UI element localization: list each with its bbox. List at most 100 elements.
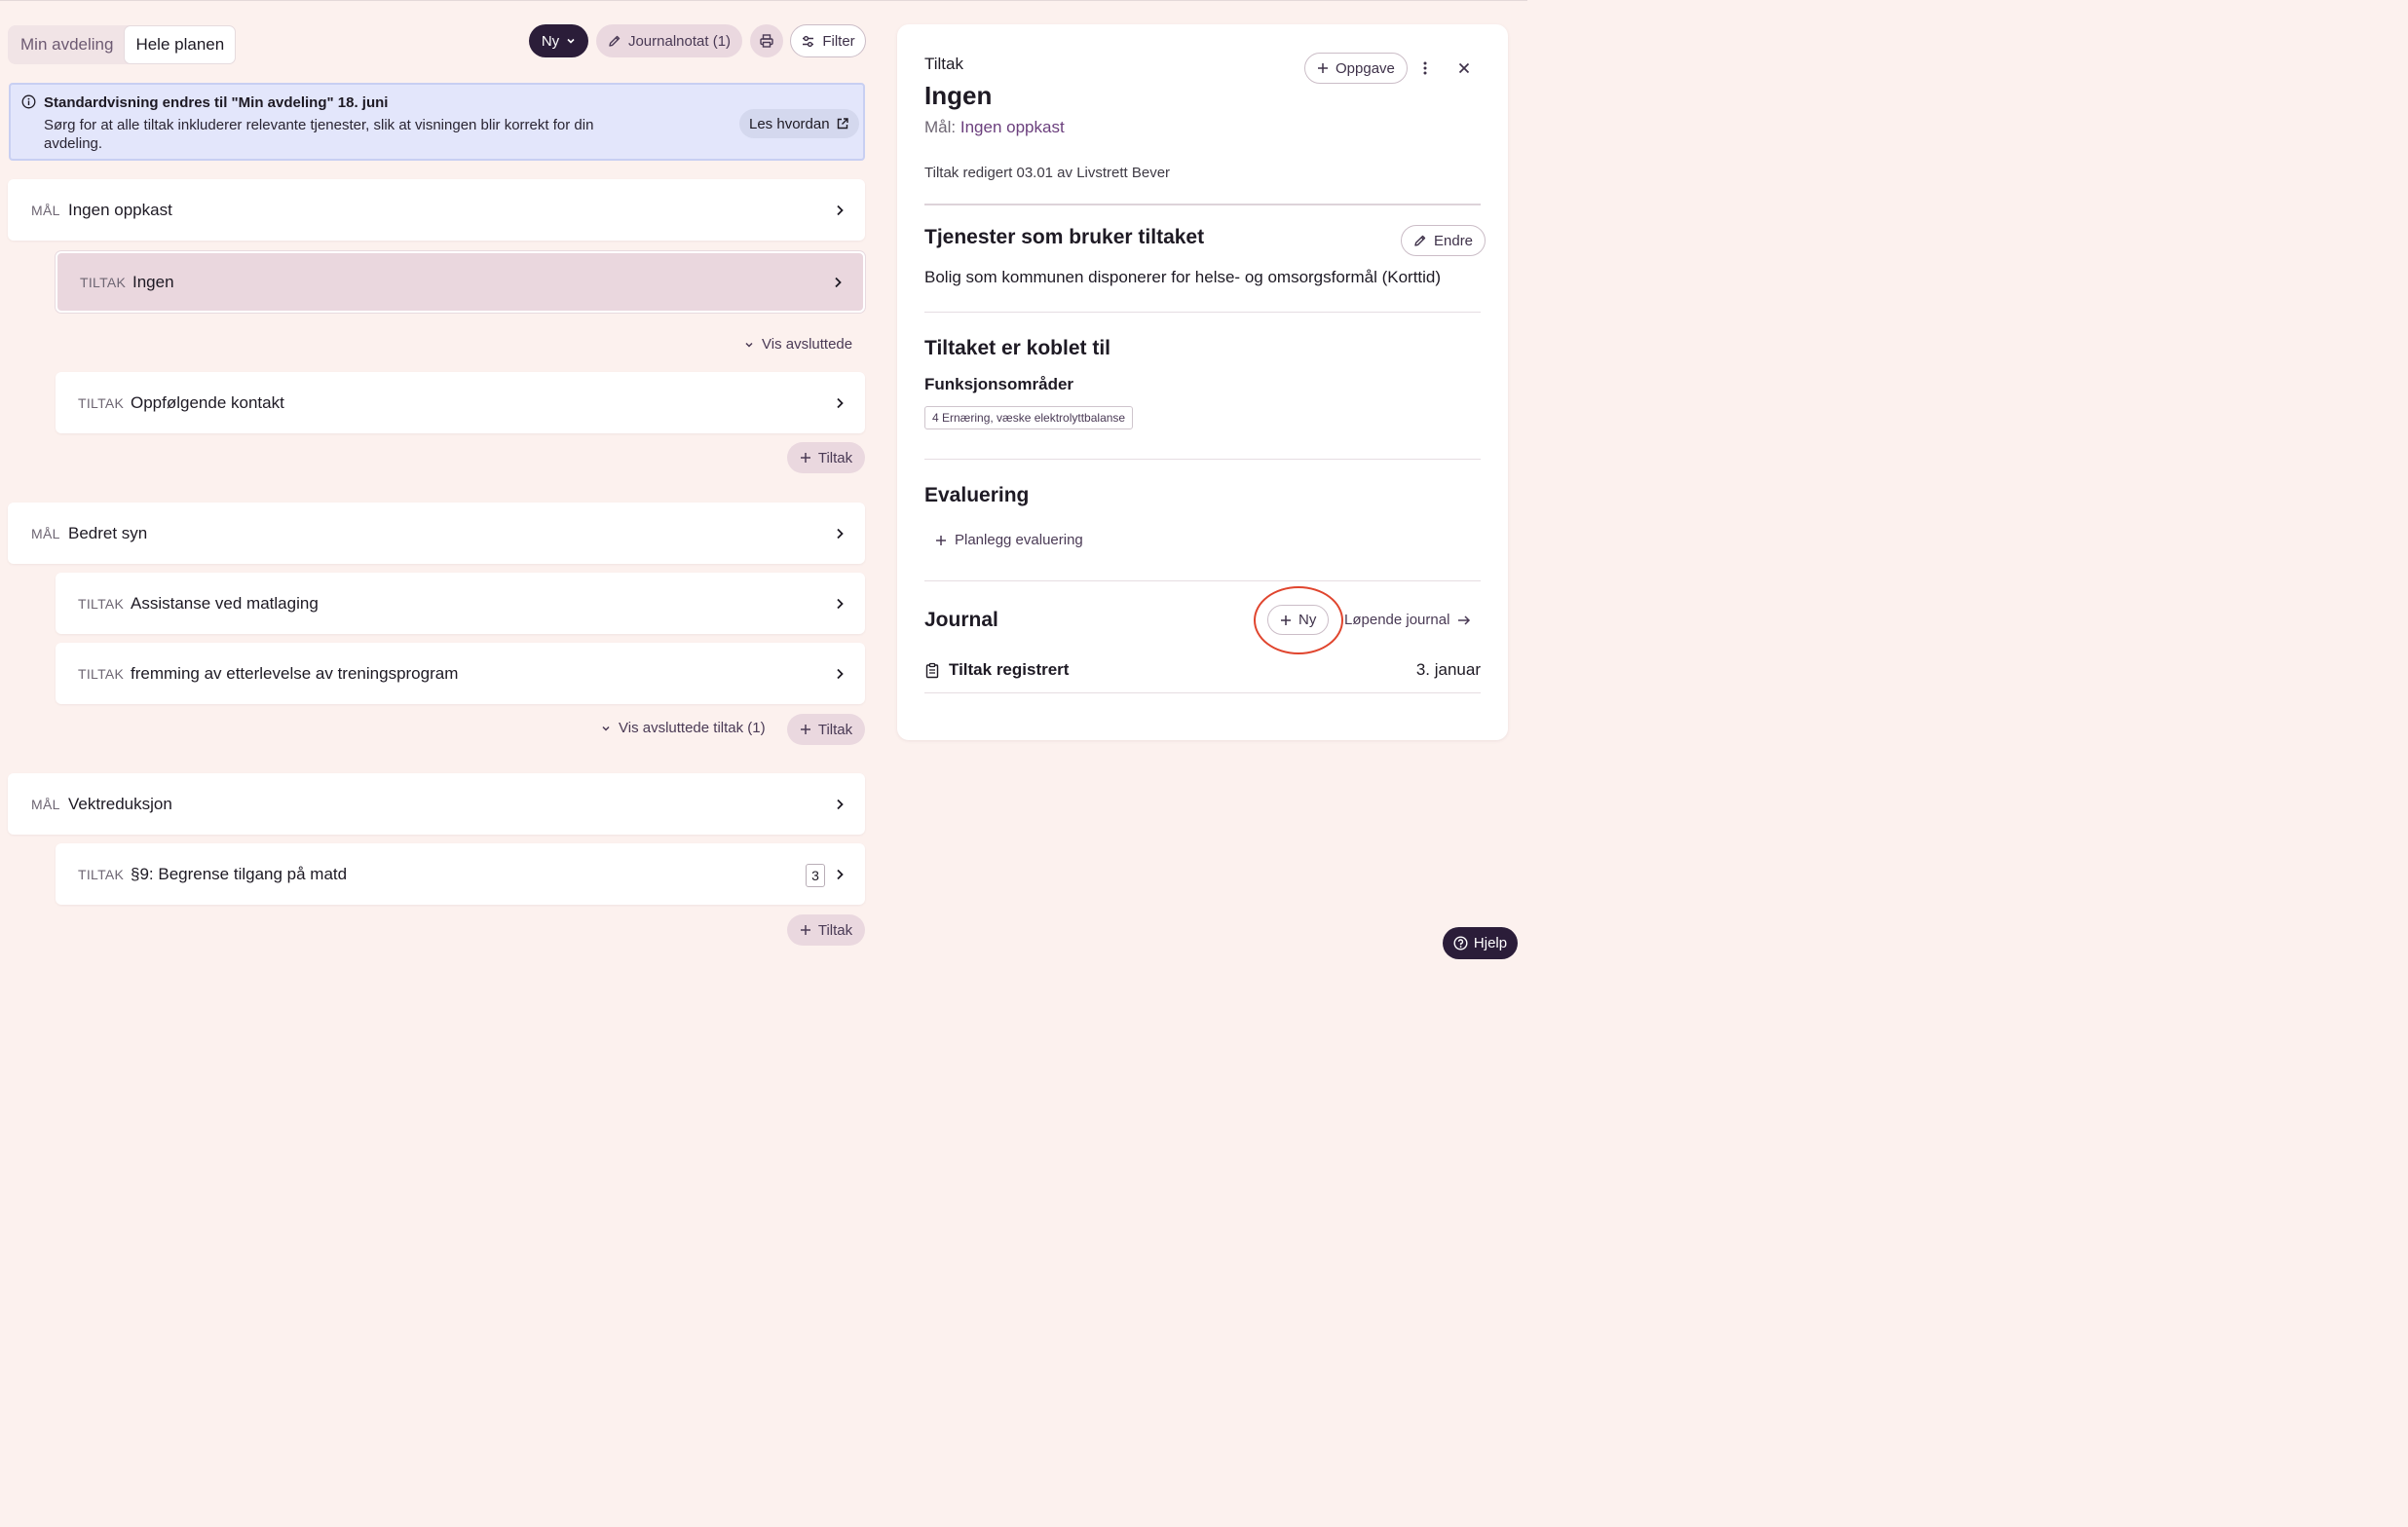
goal-card[interactable]: MÅL Vektreduksjon (8, 773, 865, 835)
action-title: Oppfølgende kontakt (131, 392, 284, 412)
add-task-button[interactable]: Oppgave (1304, 53, 1408, 84)
help-button[interactable]: Hjelp (1443, 927, 1518, 959)
divider (924, 580, 1481, 581)
journal-entry-title[interactable]: Tiltak registrert (949, 660, 1069, 680)
action-title: Ingen (132, 272, 174, 291)
printer-icon (759, 33, 774, 49)
more-options-icon[interactable] (1417, 59, 1433, 77)
divider (924, 204, 1481, 205)
action-kind-label: TILTAK (78, 595, 125, 612)
edit-services-button[interactable]: Endre (1401, 225, 1486, 256)
divider (924, 459, 1481, 460)
chevron-right-icon (833, 204, 847, 217)
goal-card[interactable]: MÅL Bedret syn (8, 503, 865, 564)
question-icon (1453, 936, 1468, 950)
read-how-label: Les hvordan (749, 115, 830, 132)
add-action-button[interactable]: Tiltak (787, 714, 865, 745)
plus-icon (935, 535, 947, 546)
action-card[interactable]: TILTAK Assistanse ved matlaging (56, 573, 865, 634)
action-title: Assistanse ved matlaging (131, 593, 319, 613)
pencil-icon (608, 34, 621, 48)
chevron-right-icon (833, 597, 847, 611)
new-journal-label: Ny (1298, 612, 1317, 628)
new-journal-button[interactable]: Ny (1267, 605, 1330, 635)
goal-prefix: Mål: (924, 118, 957, 136)
new-button[interactable]: Ny (529, 24, 588, 57)
help-label: Hjelp (1473, 935, 1508, 951)
goal-title: Ingen oppkast (68, 200, 172, 219)
plan-evaluation-link[interactable]: Planlegg evaluering (935, 532, 1083, 548)
external-link-icon (836, 117, 849, 130)
panel-goal: Mål: Ingen oppkast (924, 118, 1065, 137)
close-icon[interactable] (1456, 60, 1472, 76)
divider (924, 312, 1481, 313)
divider (924, 692, 1481, 693)
info-banner: Standardvisning endres til "Min avdeling… (9, 83, 865, 161)
print-button[interactable] (750, 24, 783, 57)
plus-icon (800, 724, 811, 735)
goal-kind-label: MÅL (31, 202, 60, 218)
action-kind-label: TILTAK (78, 394, 125, 411)
chevron-right-icon (833, 667, 847, 681)
show-closed-link[interactable]: Vis avsluttede (744, 336, 852, 353)
banner-text: Sørg for at alle tiltak inkluderer relev… (44, 117, 594, 152)
show-closed-actions-label: Vis avsluttede tiltak (1) (619, 720, 766, 736)
action-card[interactable]: TILTAK fremming av etterlevelse av treni… (56, 643, 865, 704)
new-button-label: Ny (541, 32, 560, 50)
goal-kind-label: MÅL (31, 796, 60, 812)
action-card-selected[interactable]: TILTAK Ingen (56, 251, 865, 313)
add-action-label: Tiltak (817, 721, 853, 738)
toggle-my-department[interactable]: Min avdeling (10, 26, 124, 63)
add-action-button[interactable]: Tiltak (787, 442, 865, 473)
linked-heading: Tiltaket er koblet til (924, 337, 1110, 359)
chevron-right-icon (833, 868, 847, 881)
goal-title: Bedret syn (68, 523, 148, 542)
journal-note-label: Journalnotat (1) (627, 32, 732, 50)
plus-icon (800, 924, 811, 936)
action-card[interactable]: TILTAK §9: Begrense tilgang på matd 3 (56, 843, 865, 905)
chevron-down-icon (744, 340, 754, 350)
goal-title: Vektreduksjon (68, 794, 172, 813)
action-title: fremming av etterlevelse av treningsprog… (131, 663, 459, 683)
chevron-down-icon (601, 724, 611, 733)
journal-entry-date: 3. januar (1415, 660, 1481, 679)
journal-note-button[interactable]: Journalnotat (1) (596, 24, 742, 57)
action-detail-panel: Tiltak Ingen Mål: Ingen oppkast Oppgave … (897, 24, 1508, 740)
show-closed-label: Vis avsluttede (762, 336, 853, 353)
show-closed-actions-link[interactable]: Vis avsluttede tiltak (1) (601, 720, 766, 736)
sliders-icon (801, 34, 815, 49)
action-title: §9: Begrense tilgang på matd (131, 864, 348, 883)
chevron-right-icon (833, 527, 847, 540)
filter-button[interactable]: Filter (790, 24, 866, 57)
services-text: Bolig som kommunen disponerer for helse-… (924, 268, 1442, 286)
filter-label: Filter (822, 32, 855, 50)
clipboard-icon (924, 662, 940, 679)
evaluation-heading: Evaluering (924, 484, 1030, 506)
add-action-button[interactable]: Tiltak (787, 914, 865, 946)
function-areas-heading: Funksjonsområder (924, 375, 1074, 393)
toggle-whole-plan[interactable]: Hele planen (124, 25, 237, 64)
banner-title: Standardvisning endres til "Min avdeling… (44, 94, 389, 111)
pencil-icon (1413, 234, 1427, 247)
goal-link[interactable]: Ingen oppkast (960, 118, 1065, 136)
add-task-label: Oppgave (1336, 59, 1395, 77)
plan-evaluation-label: Planlegg evaluering (955, 532, 1083, 548)
chevron-right-icon (833, 798, 847, 811)
panel-title: Ingen (924, 81, 993, 110)
panel-label: Tiltak (924, 55, 963, 73)
action-kind-label: TILTAK (78, 665, 125, 682)
top-divider (0, 0, 1527, 1)
view-toggle: Min avdeling Hele planen (8, 25, 237, 64)
goal-kind-label: MÅL (31, 525, 60, 541)
journal-heading: Journal (924, 609, 998, 631)
info-icon (21, 94, 36, 109)
count-badge: 3 (806, 864, 825, 887)
function-area-tag: 4 Ernæring, væske elektrolyttbalanse (924, 406, 1134, 429)
running-journal-link[interactable]: Løpende journal (1344, 612, 1471, 628)
chevron-right-icon (833, 396, 847, 410)
read-how-button[interactable]: Les hvordan (739, 109, 859, 138)
add-action-label: Tiltak (817, 449, 853, 466)
action-card[interactable]: TILTAK Oppfølgende kontakt (56, 372, 865, 433)
goal-card[interactable]: MÅL Ingen oppkast (8, 179, 865, 241)
chevron-right-icon (831, 276, 845, 289)
